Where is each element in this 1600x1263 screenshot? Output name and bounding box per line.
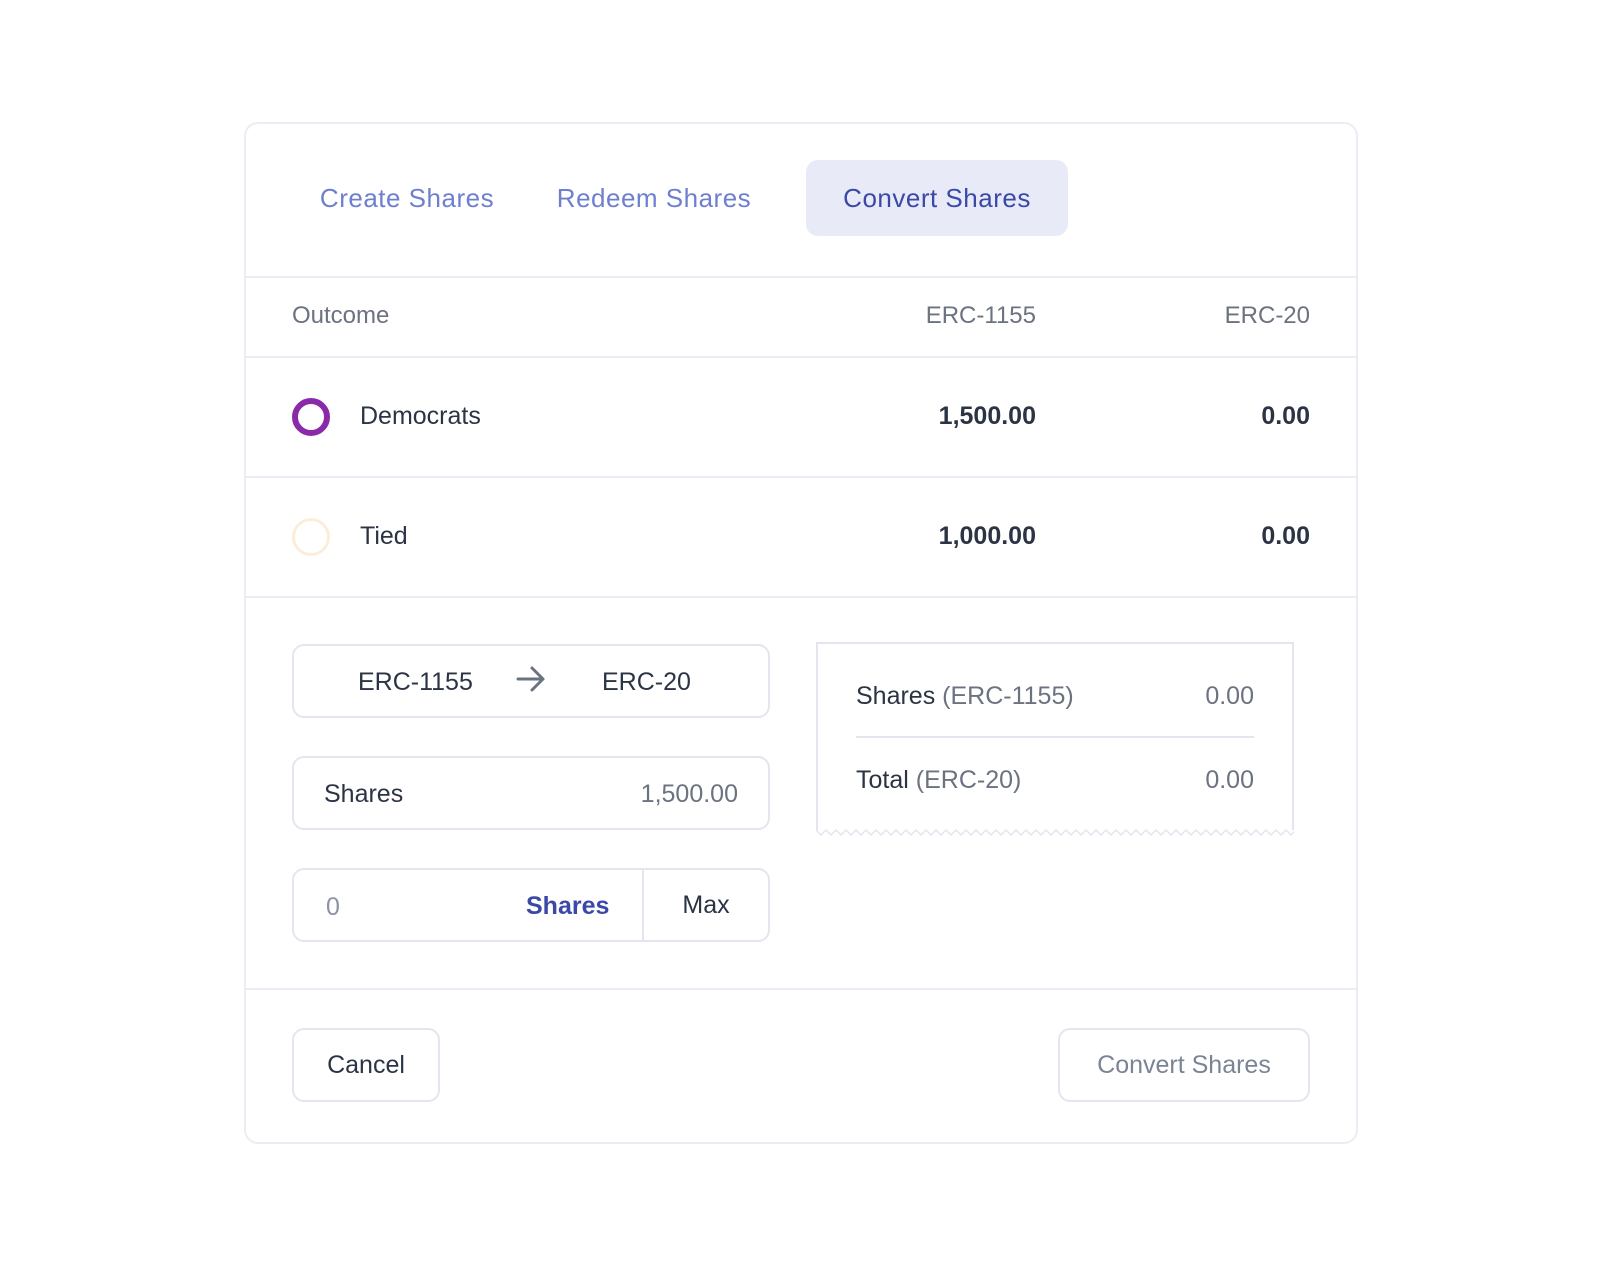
header-outcome: Outcome [292,302,390,329]
convert-shares-button[interactable]: Convert Shares [1058,1028,1310,1102]
summary-shares-label: Shares [856,682,936,710]
erc20-balance: 0.00 [1261,402,1310,430]
conversion-summary: Shares (ERC-1155) 0.00 Total (ERC-20) 0.… [816,642,1294,837]
summary-divider [856,736,1254,738]
direction-from: ERC-1155 [358,668,473,696]
conversion-form: ERC-1155 ERC-20 Shares 1,500.00 Shares M… [246,598,1356,990]
modal-footer: Cancel Convert Shares [246,990,1356,1140]
outcome-label: Tied [360,522,408,550]
outcome-row-democrats[interactable]: Democrats 1,500.00 0.00 [246,358,1356,478]
table-header: Outcome ERC-1155 ERC-20 [246,278,1356,358]
summary-shares-value: 0.00 [1205,682,1254,710]
outcome-row-tied[interactable]: Tied 1,000.00 0.00 [246,478,1356,598]
max-button[interactable]: Max [642,870,768,940]
outcome-label: Democrats [360,402,481,430]
tab-create-shares[interactable]: Create Shares [294,160,520,236]
tab-redeem-shares[interactable]: Redeem Shares [536,160,772,236]
summary-total-unit: (ERC-20) [915,766,1022,794]
tab-convert-shares[interactable]: Convert Shares [806,160,1068,236]
balance-label: Shares [324,780,404,808]
balance-value: 1,500.00 [640,780,738,808]
amount-unit-label: Shares [526,892,610,920]
conversion-direction-toggle[interactable]: ERC-1155 ERC-20 [292,644,770,718]
tab-bar: Create Shares Redeem Shares Convert Shar… [246,124,1356,278]
receipt-edge [816,828,1294,837]
header-erc20: ERC-20 [1224,302,1310,329]
erc20-balance: 0.00 [1261,522,1310,550]
header-erc1155: ERC-1155 [925,302,1036,329]
amount-input[interactable] [324,888,478,926]
summary-total-label: Total [856,766,909,794]
direction-to: ERC-20 [602,668,691,696]
summary-shares-row: Shares (ERC-1155) 0.00 [856,682,1254,711]
radio-selected-icon[interactable] [292,398,330,436]
convert-shares-modal: Create Shares Redeem Shares Convert Shar… [244,122,1358,1144]
arrow-right-icon [514,662,548,701]
summary-shares-unit: (ERC-1155) [942,682,1074,710]
summary-total-row: Total (ERC-20) 0.00 [856,766,1254,795]
cancel-button[interactable]: Cancel [292,1028,440,1102]
shares-balance-field: Shares 1,500.00 [292,756,770,830]
amount-field: Shares Max [292,868,770,942]
erc1155-balance: 1,000.00 [938,522,1036,550]
radio-unselected-icon[interactable] [292,518,330,556]
summary-total-value: 0.00 [1205,766,1254,794]
erc1155-balance: 1,500.00 [938,402,1036,430]
